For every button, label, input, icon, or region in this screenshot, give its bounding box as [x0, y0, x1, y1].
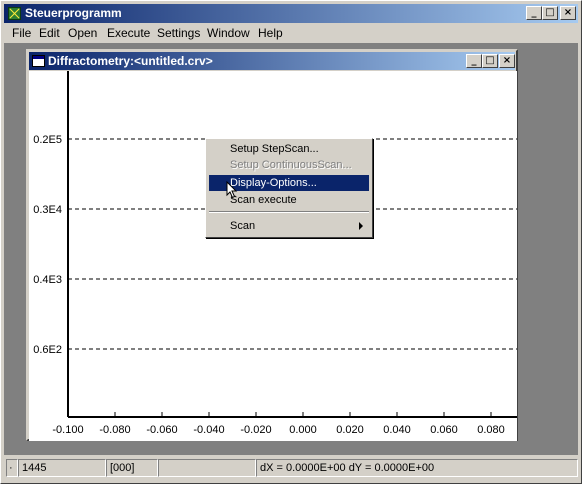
mouse-cursor-icon	[226, 181, 238, 199]
menuitem-scan-label: Scan	[230, 220, 256, 232]
status-code: [000]	[106, 459, 158, 477]
y-tick-label: 0.4E3	[33, 274, 62, 286]
plot-area[interactable]: 0.2E5 0.3E4 0.4E3 0.6E2 -0.100 -0.080 -0.060 -…	[29, 71, 517, 441]
main-titlebar[interactable]: Steuerprogramm _ □ ×	[4, 4, 578, 23]
document-icon	[32, 55, 45, 67]
x-tick-label: 0.020	[336, 424, 364, 436]
menu-execute[interactable]: Execute	[107, 26, 150, 40]
plot-background	[29, 71, 517, 441]
minimize-button[interactable]: _	[526, 6, 542, 20]
x-tick-label: 0.060	[430, 424, 458, 436]
submenu-arrow-icon	[359, 222, 363, 230]
menuitem-setup-stepscan[interactable]: Setup StepScan...	[209, 141, 369, 157]
y-tick-label: 0.6E2	[33, 344, 62, 356]
menu-separator	[209, 211, 369, 213]
child-titlebar[interactable]: Diffractometry:<untitled.crv> _ □ ×	[29, 52, 515, 70]
menu-settings[interactable]: Settings	[157, 26, 200, 40]
x-tick-label: -0.060	[146, 424, 177, 436]
child-title: Diffractometry:<untitled.crv>	[48, 54, 213, 68]
status-blank	[158, 459, 256, 477]
status-indicator: ·	[6, 459, 18, 477]
close-button[interactable]: ×	[560, 6, 576, 20]
status-delta-readout: dX = 0.0000E+00 dY = 0.0000E+00	[256, 459, 578, 477]
x-tick-label: 0.080	[477, 424, 505, 436]
menu-bar: File Edit Open Execute Settings Window H…	[4, 24, 578, 42]
x-tick-label: 0.000	[289, 424, 317, 436]
main-window: Steuerprogramm _ □ × File Edit Open Exec…	[0, 0, 582, 484]
status-bar: · 1445 [000] dX = 0.0000E+00 dY = 0.0000…	[4, 457, 578, 479]
menu-edit[interactable]: Edit	[39, 26, 60, 40]
status-count: 1445	[18, 459, 106, 477]
child-minimize-button[interactable]: _	[466, 54, 482, 68]
x-tick-label: -0.020	[240, 424, 271, 436]
context-menu: Setup StepScan... Setup ContinuousScan..…	[205, 138, 373, 238]
app-title: Steuerprogramm	[25, 6, 122, 20]
y-tick-label: 0.3E4	[33, 204, 62, 216]
menu-file[interactable]: File	[12, 26, 31, 40]
x-tick-label: -0.040	[193, 424, 224, 436]
maximize-button[interactable]: □	[542, 6, 558, 20]
child-close-button[interactable]: ×	[499, 54, 515, 68]
x-tick-label: -0.080	[99, 424, 130, 436]
menu-help[interactable]: Help	[258, 26, 283, 40]
child-maximize-button[interactable]: □	[482, 54, 498, 68]
menu-window[interactable]: Window	[207, 26, 250, 40]
y-tick-label: 0.2E5	[33, 134, 62, 146]
x-tick-label: -0.100	[52, 424, 83, 436]
menuitem-setup-continuousscan: Setup ContinuousScan...	[230, 159, 352, 171]
app-icon	[8, 7, 21, 20]
x-tick-label: 0.040	[383, 424, 411, 436]
menu-open[interactable]: Open	[68, 26, 97, 40]
menuitem-scan-submenu[interactable]: Scan	[209, 218, 369, 234]
